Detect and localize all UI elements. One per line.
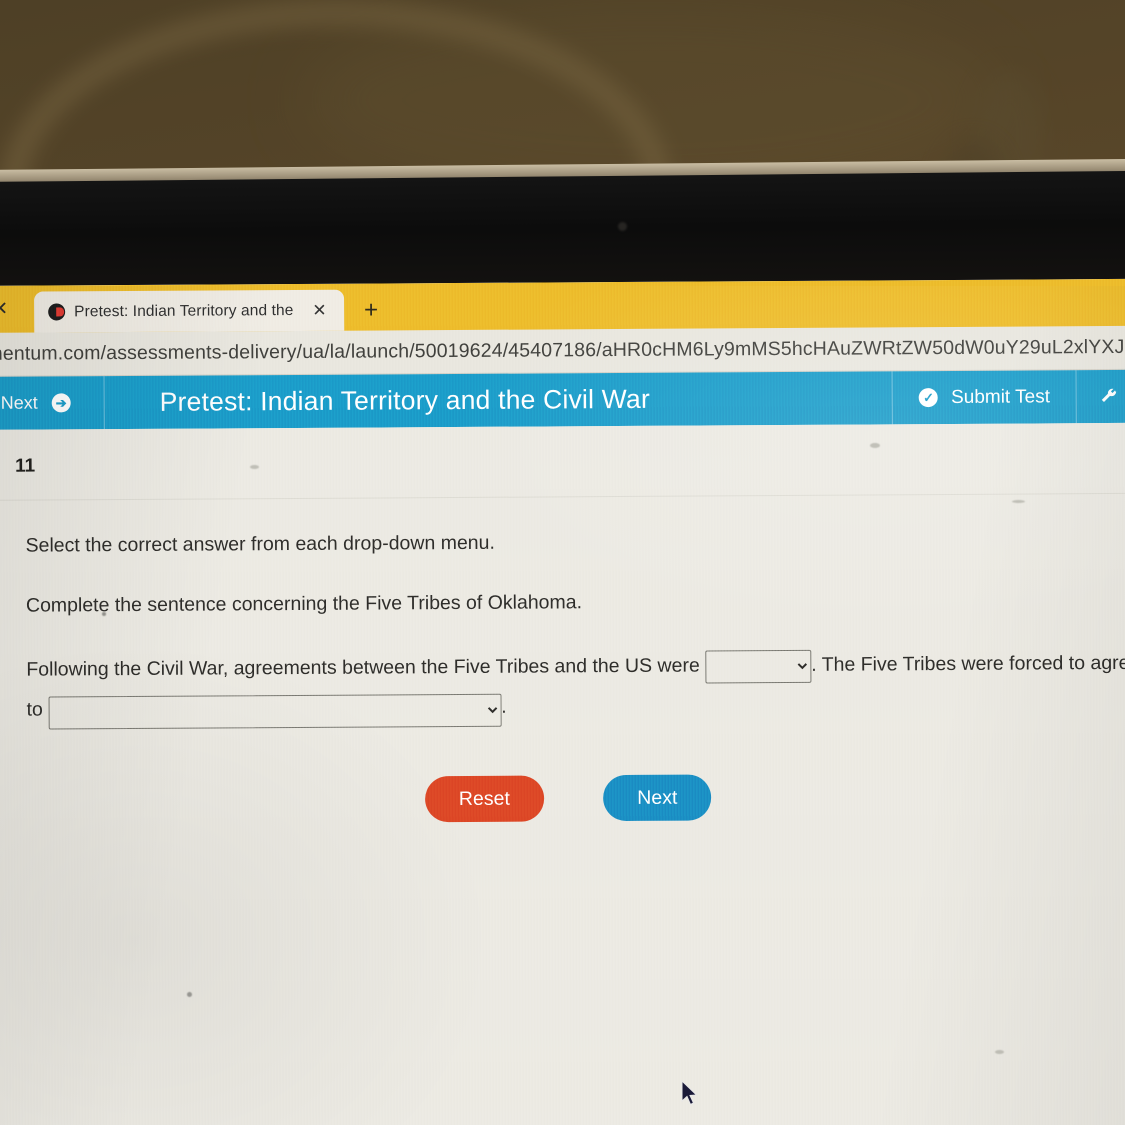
arrow-right-circle-icon: ➔ — [51, 393, 71, 413]
laptop-screen: ✕ Pretest: Indian Territory and the ✕ + … — [0, 278, 1125, 1125]
toolbar-next-label: Next — [0, 392, 38, 413]
browser-tab[interactable]: Pretest: Indian Territory and the ✕ — [34, 289, 345, 333]
close-icon[interactable]: ✕ — [308, 300, 330, 320]
question-prompt: Complete the sentence concerning the Fiv… — [25, 591, 583, 617]
question-area: 11 Select the correct answer from each d… — [0, 422, 1125, 1125]
photo-of-laptop-screen: ✕ Pretest: Indian Territory and the ✕ + … — [0, 0, 1125, 1125]
url-text: edmentum.com/assessments-delivery/ua/la/… — [0, 335, 1125, 366]
edmentum-logo-icon — [48, 303, 66, 321]
next-button[interactable]: Next — [603, 774, 712, 822]
page-title: Pretest: Indian Territory and the Civil … — [159, 383, 651, 417]
tools-button[interactable]: R — [1077, 385, 1125, 408]
question-body: Select the correct answer from each drop… — [0, 494, 1125, 826]
window-close-button[interactable]: ✕ — [0, 286, 34, 333]
webcam-icon — [618, 222, 627, 231]
toolbar-right-group: ✓ Submit Test R — [891, 370, 1125, 425]
fill-in-sentence: Following the Civil War, agreements betw… — [26, 644, 1125, 731]
toolbar-next-button[interactable]: Next ➔ — [0, 376, 104, 430]
question-instruction: Select the correct answer from each drop… — [25, 531, 495, 557]
question-number: 11 — [15, 455, 36, 477]
assessment-toolbar: Next ➔ Pretest: Indian Territory and the… — [0, 369, 1125, 430]
wrench-icon — [1099, 386, 1119, 406]
laptop-screen-bezel — [0, 170, 1125, 297]
address-bar[interactable]: edmentum.com/assessments-delivery/ua/la/… — [0, 325, 1125, 377]
browser-tab-title: Pretest: Indian Territory and the — [74, 301, 294, 320]
check-circle-icon: ✓ — [918, 388, 939, 408]
action-buttons: Reset Next — [27, 772, 1125, 825]
submit-test-button[interactable]: ✓ Submit Test — [893, 386, 1076, 409]
submit-test-label: Submit Test — [950, 385, 1051, 408]
dropdown-blank-1[interactable] — [705, 649, 812, 684]
dropdown-blank-2[interactable] — [48, 693, 502, 730]
browser-tab-strip: ✕ Pretest: Indian Territory and the ✕ + — [0, 278, 1125, 333]
sentence-part-3: . — [501, 696, 507, 719]
sentence-part-1: Following the Civil War, agreements betw… — [26, 654, 700, 682]
new-tab-button[interactable]: + — [344, 289, 398, 330]
reset-button[interactable]: Reset — [424, 775, 544, 823]
